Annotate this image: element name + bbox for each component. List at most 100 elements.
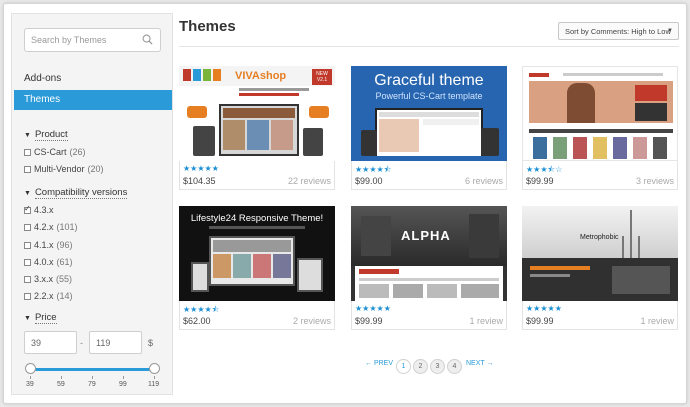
page-button[interactable]: 4 [447, 359, 462, 374]
category-themes[interactable]: Themes [14, 90, 172, 110]
filter-count: (96) [56, 240, 73, 250]
product-reviews[interactable]: 1 review [469, 316, 503, 326]
filter-checkbox-4-1[interactable]: 4.1.x (96) [24, 240, 73, 250]
product-reviews[interactable]: 6 reviews [465, 176, 503, 186]
price-currency: $ [148, 338, 154, 348]
checkbox-label: Multi-Vendor [34, 164, 85, 174]
product-price: $99.00 [355, 176, 383, 186]
filter-price-title: Price [34, 312, 57, 324]
checkbox-label: 4.2.x [34, 222, 54, 232]
price-min-input[interactable]: 39 [24, 331, 77, 354]
price-max-input[interactable]: 119 [89, 331, 142, 354]
filter-count: (14) [56, 291, 73, 301]
product-card[interactable]: ALPHA ★★★★★ $99.99 1 review [351, 206, 507, 330]
product-card[interactable]: Graceful theme Powerful CS-Cart template… [351, 66, 507, 190]
thumb-subtitle: Powerful CS-Cart template [375, 91, 483, 101]
price-slider-min-handle[interactable] [25, 363, 36, 374]
category-addons[interactable]: Add-ons [24, 73, 61, 84]
checkbox[interactable] [24, 292, 31, 300]
rating-stars: ★★★★★ [355, 304, 391, 313]
search-placeholder: Search by Themes [31, 35, 107, 45]
checkbox[interactable] [24, 165, 31, 173]
tick-mark [92, 376, 93, 379]
filter-count: (55) [56, 274, 73, 284]
sort-label: Sort by Comments: High to Low [565, 27, 671, 36]
checkbox[interactable] [24, 275, 31, 283]
tick-mark [123, 376, 124, 379]
search-icon[interactable] [142, 34, 153, 45]
checkbox[interactable] [24, 241, 31, 249]
divider [179, 46, 679, 47]
collapse-icon: ▼ [24, 315, 31, 322]
price-tick-label: 99 [119, 381, 127, 388]
product-thumbnail[interactable] [522, 66, 678, 161]
thumb-title: Lifestyle24 Responsive Theme! [190, 213, 324, 224]
filter-checkbox-4-2[interactable]: 4.2.x (101) [24, 222, 78, 232]
product-thumbnail[interactable]: Metrophobic [522, 206, 678, 301]
filter-checkbox-4-3[interactable]: 4.3.x [24, 204, 57, 215]
sort-dropdown[interactable]: Sort by Comments: High to Low ▼ [558, 22, 679, 40]
product-reviews[interactable]: 3 reviews [636, 176, 674, 186]
filter-checkbox-multi-vendor[interactable]: Multi-Vendor (20) [24, 164, 104, 174]
price-slider-max-handle[interactable] [149, 363, 160, 374]
price-tick-label: 119 [148, 381, 160, 388]
filter-count: (101) [56, 222, 78, 232]
filter-product-header[interactable]: ▼ Product [24, 129, 68, 141]
product-price: $99.99 [355, 316, 383, 326]
search-input[interactable]: Search by Themes [24, 28, 161, 52]
price-tick-label: 79 [88, 381, 96, 388]
tick-mark [154, 376, 155, 379]
thumb-title: VIVAshop [235, 70, 287, 82]
product-price: $99.99 [526, 316, 554, 326]
thumb-title: ALPHA [401, 228, 451, 243]
checkbox-label: 2.2.x [34, 291, 54, 301]
product-reviews[interactable]: 2 reviews [293, 316, 331, 326]
product-thumbnail[interactable]: Lifestyle24 Responsive Theme! [179, 206, 335, 301]
prev-page-link[interactable]: ← PREV [365, 360, 393, 376]
checkbox-label: 4.3.x [34, 205, 54, 215]
product-price: $62.00 [183, 316, 211, 326]
next-page-link[interactable]: NEXT → [466, 360, 494, 376]
checkbox-checked[interactable] [24, 204, 31, 214]
thumb-title: Metrophobic [580, 234, 619, 241]
page-title: Themes [179, 18, 236, 35]
page-button-current[interactable]: 1 [396, 359, 411, 374]
price-tick-label: 59 [57, 381, 65, 388]
checkbox-label: CS-Cart [34, 147, 67, 157]
thumb-badge: NEW V2.1 [312, 69, 332, 85]
page-button[interactable]: 2 [413, 359, 428, 374]
price-slider-track[interactable] [30, 368, 154, 371]
filter-checkbox-3-x[interactable]: 3.x.x (55) [24, 274, 72, 284]
sidebar: Search by Themes Add-ons Themes ▼ Product… [11, 13, 173, 395]
filter-checkbox-4-0[interactable]: 4.0.x (61) [24, 257, 73, 267]
chevron-down-icon: ▼ [667, 28, 673, 34]
checkbox[interactable] [24, 223, 31, 231]
page-button[interactable]: 3 [430, 359, 445, 374]
filter-checkbox-cs-cart[interactable]: CS-Cart (26) [24, 147, 86, 157]
product-price: $99.99 [526, 176, 554, 186]
rating-stars: ★★★★★ [183, 164, 219, 173]
tick-mark [30, 376, 31, 379]
filter-checkbox-2-2[interactable]: 2.2.x (14) [24, 291, 73, 301]
product-card[interactable]: Lifestyle24 Responsive Theme! ★★★★⯪ $62.… [179, 206, 335, 330]
rating-stars: ★★★★★ [526, 304, 562, 313]
checkbox[interactable] [24, 258, 31, 266]
product-card[interactable]: VIVAshop NEW V2.1 ★★★★★ $104.35 22 revie… [179, 66, 335, 190]
product-reviews[interactable]: 1 review [640, 316, 674, 326]
collapse-icon: ▼ [24, 132, 31, 139]
filter-price-header[interactable]: ▼ Price [24, 312, 57, 324]
product-card[interactable]: Metrophobic ★★★★★ $99.99 1 review [522, 206, 678, 330]
product-card[interactable]: ★★★⯪☆ $99.99 3 reviews [522, 66, 678, 190]
collapse-icon: ▼ [24, 190, 31, 197]
checkbox-label: 4.1.x [34, 240, 54, 250]
checkbox[interactable] [24, 148, 31, 156]
price-separator: - [80, 338, 83, 348]
filter-count: (20) [87, 164, 104, 174]
product-thumbnail[interactable]: VIVAshop NEW V2.1 [179, 66, 335, 161]
product-reviews[interactable]: 22 reviews [288, 176, 331, 186]
filter-compat-header[interactable]: ▼ Compatibility versions [24, 187, 128, 199]
product-thumbnail[interactable]: Graceful theme Powerful CS-Cart template [351, 66, 507, 161]
filter-count: (61) [56, 257, 73, 267]
tick-mark [61, 376, 62, 379]
product-thumbnail[interactable]: ALPHA [351, 206, 507, 301]
